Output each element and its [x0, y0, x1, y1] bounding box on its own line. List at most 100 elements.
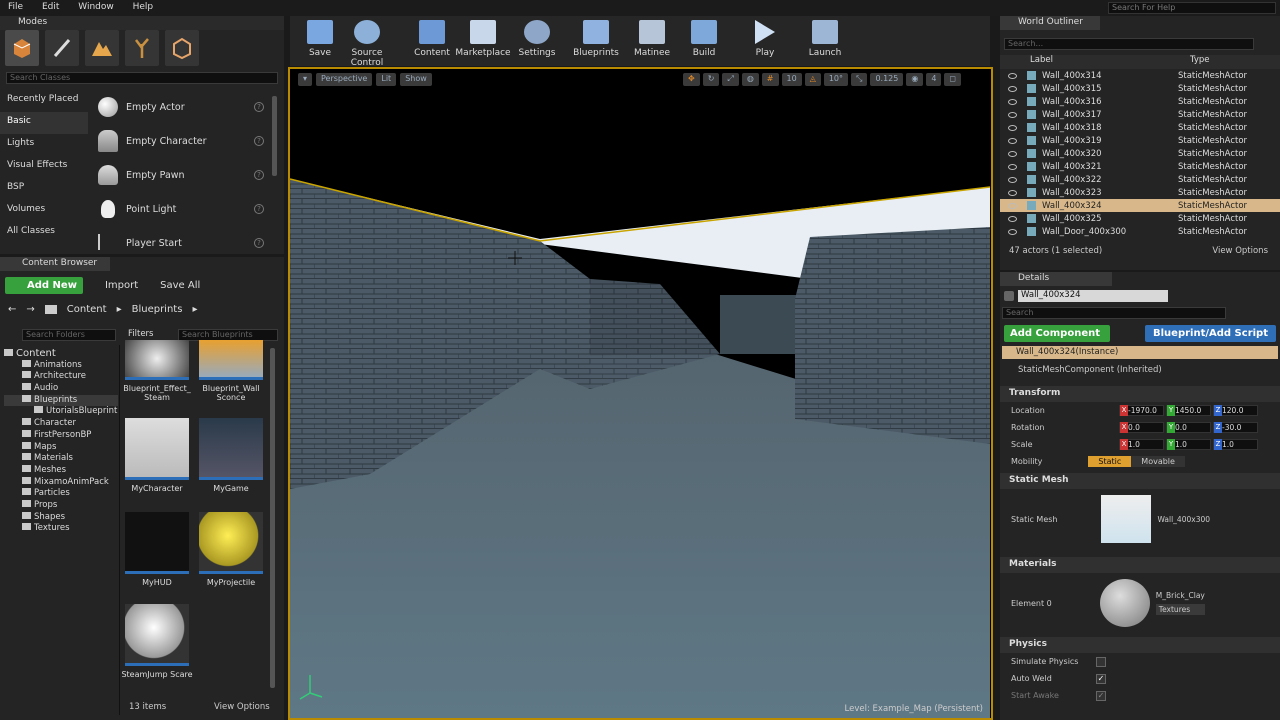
- folder-item[interactable]: Maps: [4, 441, 118, 454]
- start-awake-checkbox[interactable]: ✓: [1096, 690, 1106, 701]
- asset-scrollbar[interactable]: [270, 348, 275, 688]
- asset-tile[interactable]: Blueprint_Wall Sconce: [195, 340, 267, 402]
- search-folders-input[interactable]: Search Folders: [22, 329, 116, 341]
- category-visual-effects[interactable]: Visual Effects: [0, 156, 88, 178]
- eye-icon[interactable]: [1008, 111, 1017, 118]
- menu-help[interactable]: Help: [125, 0, 162, 12]
- table-row[interactable]: Wall_400x316 StaticMeshActor: [1000, 95, 1280, 108]
- col-label[interactable]: Label: [1030, 55, 1190, 69]
- search-classes-input[interactable]: Search Classes: [6, 72, 278, 84]
- asset-tile[interactable]: MyGame: [195, 418, 267, 493]
- asset-tile[interactable]: MyProjectile: [195, 512, 267, 587]
- table-row[interactable]: Wall_400x317 StaticMeshActor: [1000, 108, 1280, 121]
- category-basic[interactable]: Basic: [0, 112, 88, 134]
- viewport-options-button[interactable]: ▾: [298, 73, 313, 86]
- static-mesh-section[interactable]: Static Mesh: [1000, 473, 1280, 489]
- instance-row[interactable]: Wall_400x324(Instance): [1002, 346, 1278, 359]
- lit-button[interactable]: Lit: [376, 73, 397, 86]
- add-new-button[interactable]: Add New: [5, 277, 83, 294]
- scale-icon[interactable]: ⤢: [722, 73, 739, 86]
- asset-tile[interactable]: SteamJump Scare: [121, 604, 193, 679]
- actor-name-input[interactable]: Wall_400x324: [1018, 290, 1168, 302]
- component-row[interactable]: StaticMeshComponent (Inherited): [1000, 365, 1280, 375]
- modes-tab[interactable]: Modes: [0, 16, 284, 30]
- table-row[interactable]: Wall_400x322 StaticMeshActor: [1000, 173, 1280, 186]
- category-volumes[interactable]: Volumes: [0, 200, 88, 222]
- rotation-x[interactable]: X 0.0: [1119, 422, 1164, 433]
- list-item[interactable]: Point Light?: [92, 192, 272, 226]
- breadcrumb-blueprints[interactable]: Blueprints: [132, 304, 183, 315]
- content-browser-tab[interactable]: Content Browser: [0, 257, 110, 271]
- eye-icon[interactable]: [1008, 124, 1017, 131]
- table-row[interactable]: Wall_400x314 StaticMeshActor: [1000, 69, 1280, 82]
- details-search-input[interactable]: Search: [1002, 307, 1226, 319]
- modes-scrollbar[interactable]: [272, 96, 277, 176]
- eye-icon[interactable]: [1008, 176, 1017, 183]
- folder-item[interactable]: Materials: [4, 453, 118, 465]
- menu-edit[interactable]: Edit: [34, 0, 67, 12]
- settings-button[interactable]: Settings: [507, 20, 567, 64]
- blueprints-button[interactable]: Blueprints: [566, 20, 626, 64]
- list-item[interactable]: Player Start?: [92, 226, 272, 250]
- geometry-mode-icon[interactable]: [165, 30, 199, 66]
- outliner-view-options[interactable]: View Options: [1212, 246, 1268, 256]
- folder-item[interactable]: MixamoAnimPack: [4, 476, 118, 489]
- folder-item[interactable]: Audio: [4, 383, 118, 395]
- auto-weld-checkbox[interactable]: ✓: [1096, 673, 1106, 684]
- maximize-icon[interactable]: ◻: [944, 73, 962, 86]
- folder-item[interactable]: UtorialsBlueprint: [4, 406, 118, 418]
- material-dropdown[interactable]: M_Brick_Clay: [1156, 591, 1205, 600]
- foliage-mode-icon[interactable]: [125, 30, 159, 66]
- folder-item[interactable]: Content: [4, 348, 118, 360]
- build-button[interactable]: Build: [674, 20, 734, 64]
- mesh-dropdown[interactable]: Wall_400x300: [1157, 515, 1210, 524]
- camera-speed-icon[interactable]: ◉: [906, 73, 924, 86]
- camera-speed-value[interactable]: 4: [926, 73, 942, 86]
- rotate-icon[interactable]: ↻: [702, 73, 720, 86]
- landscape-mode-icon[interactable]: [85, 30, 119, 66]
- perspective-button[interactable]: Perspective: [316, 73, 373, 86]
- eye-icon[interactable]: [1008, 72, 1017, 79]
- forward-icon[interactable]: →: [26, 304, 34, 315]
- save-all-button[interactable]: Save All: [146, 280, 200, 291]
- translate-icon[interactable]: ✥: [683, 73, 700, 86]
- table-row[interactable]: Wall_400x324 StaticMeshActor: [1000, 199, 1280, 212]
- level-viewport[interactable]: ▾ Perspective Lit Show ✥ ↻ ⤢ ◍ # 10 ◬ 10…: [288, 67, 993, 720]
- world-icon[interactable]: ◍: [741, 73, 759, 86]
- eye-icon[interactable]: [1008, 85, 1017, 92]
- category-all-classes[interactable]: All Classes: [0, 222, 88, 244]
- eye-icon[interactable]: [1008, 202, 1017, 209]
- folder-item[interactable]: Props: [4, 499, 118, 512]
- blueprint-add-script-button[interactable]: Blueprint/Add Script: [1145, 325, 1276, 342]
- list-item[interactable]: Empty Actor?: [92, 90, 272, 124]
- scale-z[interactable]: Z 1.0: [1213, 439, 1258, 450]
- table-row[interactable]: Wall_Door_400x300 StaticMeshActor: [1000, 225, 1280, 238]
- grid-snap-value[interactable]: 10: [781, 73, 802, 86]
- location-y[interactable]: Y 1450.0: [1166, 405, 1211, 416]
- transform-section[interactable]: Transform: [1000, 386, 1280, 402]
- show-button[interactable]: Show: [400, 73, 432, 86]
- source-control-button[interactable]: Source Control: [334, 20, 400, 68]
- eye-icon[interactable]: [1008, 189, 1017, 196]
- movable-toggle[interactable]: Movable: [1131, 456, 1185, 467]
- filters-button[interactable]: Filters: [128, 329, 153, 339]
- table-row[interactable]: Wall_400x318 StaticMeshActor: [1000, 121, 1280, 134]
- back-icon[interactable]: ←: [8, 304, 16, 315]
- paint-mode-icon[interactable]: [45, 30, 79, 66]
- folder-item[interactable]: Meshes: [4, 464, 118, 477]
- location-x[interactable]: X -1970.0: [1119, 405, 1164, 416]
- folder-item[interactable]: FirstPersonBP: [4, 429, 118, 442]
- folder-item[interactable]: Animations: [4, 359, 118, 372]
- table-row[interactable]: Wall_400x325 StaticMeshActor: [1000, 212, 1280, 225]
- place-mode-icon[interactable]: [5, 30, 39, 66]
- textures-dropdown[interactable]: Textures: [1155, 604, 1205, 615]
- asset-tile[interactable]: Blueprint_Effect_ Steam: [121, 340, 193, 402]
- asset-tile[interactable]: MyHUD: [121, 512, 193, 587]
- eye-icon[interactable]: [1008, 150, 1017, 157]
- folder-item[interactable]: Shapes: [4, 511, 118, 524]
- scale-snap-value[interactable]: 0.125: [870, 73, 904, 86]
- eye-icon[interactable]: [1008, 228, 1017, 235]
- category-lights[interactable]: Lights: [0, 134, 88, 156]
- grid-snap-icon[interactable]: #: [761, 73, 779, 86]
- import-button[interactable]: Import: [91, 280, 138, 291]
